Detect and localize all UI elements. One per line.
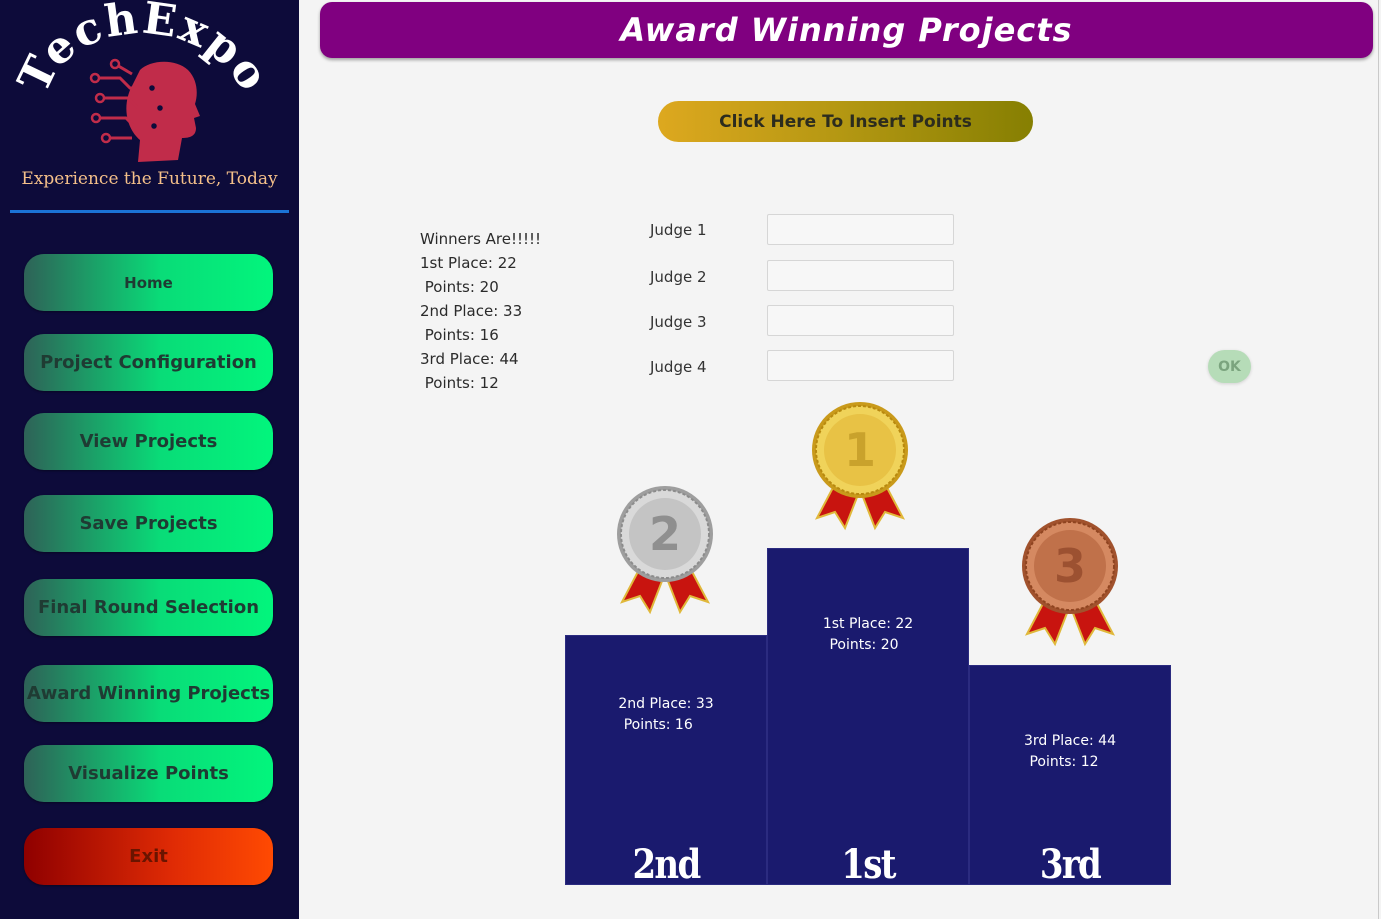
podium-first-place: 1st Place: 22 (822, 616, 914, 632)
judge-4-label: Judge 4 (650, 358, 707, 376)
nav-view-projects-button[interactable]: View Projects (24, 413, 273, 470)
nav-home-button[interactable]: Home (24, 254, 273, 311)
nav-save-projects-button[interactable]: Save Projects (24, 495, 273, 552)
window-edge (1378, 0, 1379, 919)
winners-line: 1st Place: 22 (420, 254, 517, 272)
techexpo-logo: TechExpo Experience the Future, Today (0, 0, 299, 215)
judge-4-input[interactable] (767, 350, 954, 381)
logo-graphic: TechExpo (8, 0, 277, 162)
nav-award-winning-projects-button[interactable]: Award Winning Projects (24, 665, 273, 722)
judge-3-label: Judge 3 (650, 313, 707, 331)
winners-line: Points: 20 (420, 278, 499, 296)
bronze-medal-icon: 3 (1022, 518, 1118, 647)
podium-third-rank: 3rd (1039, 841, 1102, 888)
podium-first-rank: 1st (841, 841, 896, 888)
podium-third-points: Points: 12 (1029, 754, 1099, 770)
podium-second-place: 2nd Place: 33 (618, 696, 714, 712)
insert-points-button[interactable]: Click Here To Insert Points (658, 101, 1033, 142)
nav-visualize-points-button[interactable]: Visualize Points (24, 745, 273, 802)
gold-medal-icon: 1 (812, 402, 908, 531)
winners-line: 3rd Place: 44 (420, 350, 519, 368)
ok-button[interactable]: OK (1208, 350, 1251, 383)
judge-3-input[interactable] (767, 305, 954, 336)
svg-text:3: 3 (1054, 539, 1086, 593)
judge-2-input[interactable] (767, 260, 954, 291)
podium-third: 3rd Place: 44 Points: 12 3rd (969, 665, 1171, 888)
page-header: Award Winning Projects (320, 2, 1373, 58)
judge-1-input[interactable] (767, 214, 954, 245)
winners-line: 2nd Place: 33 (420, 302, 523, 320)
winners-line: Points: 16 (420, 326, 499, 344)
nav-project-configuration-button[interactable]: Project Configuration (24, 334, 273, 391)
winners-summary: Winners Are!!!!! 1st Place: 22 Points: 2… (420, 227, 541, 395)
judge-1-label: Judge 1 (650, 221, 707, 239)
podium-second-points: Points: 16 (619, 717, 693, 733)
podium-third-place: 3rd Place: 44 (1024, 733, 1116, 749)
exit-button[interactable]: Exit (24, 828, 273, 885)
podium-second-rank: 2nd (632, 841, 701, 888)
svg-text:1: 1 (844, 423, 876, 477)
sidebar-divider (10, 210, 289, 213)
podium-second: 2nd Place: 33 Points: 16 2nd (565, 635, 767, 888)
judge-2-label: Judge 2 (650, 268, 707, 286)
silver-medal-icon: 2 (617, 486, 713, 615)
nav-final-round-selection-button[interactable]: Final Round Selection (24, 579, 273, 636)
podium-first-points: Points: 20 (829, 637, 899, 653)
sidebar: TechExpo Experience the Future, Today Ho… (0, 0, 299, 919)
podium-first: 1st Place: 22 Points: 20 1st (767, 548, 969, 888)
svg-text:2: 2 (649, 507, 681, 561)
winners-line: Points: 12 (420, 374, 499, 392)
page-title: Award Winning Projects (620, 11, 1073, 49)
winners-heading: Winners Are!!!!! (420, 230, 542, 248)
tagline: Experience the Future, Today (21, 169, 278, 189)
